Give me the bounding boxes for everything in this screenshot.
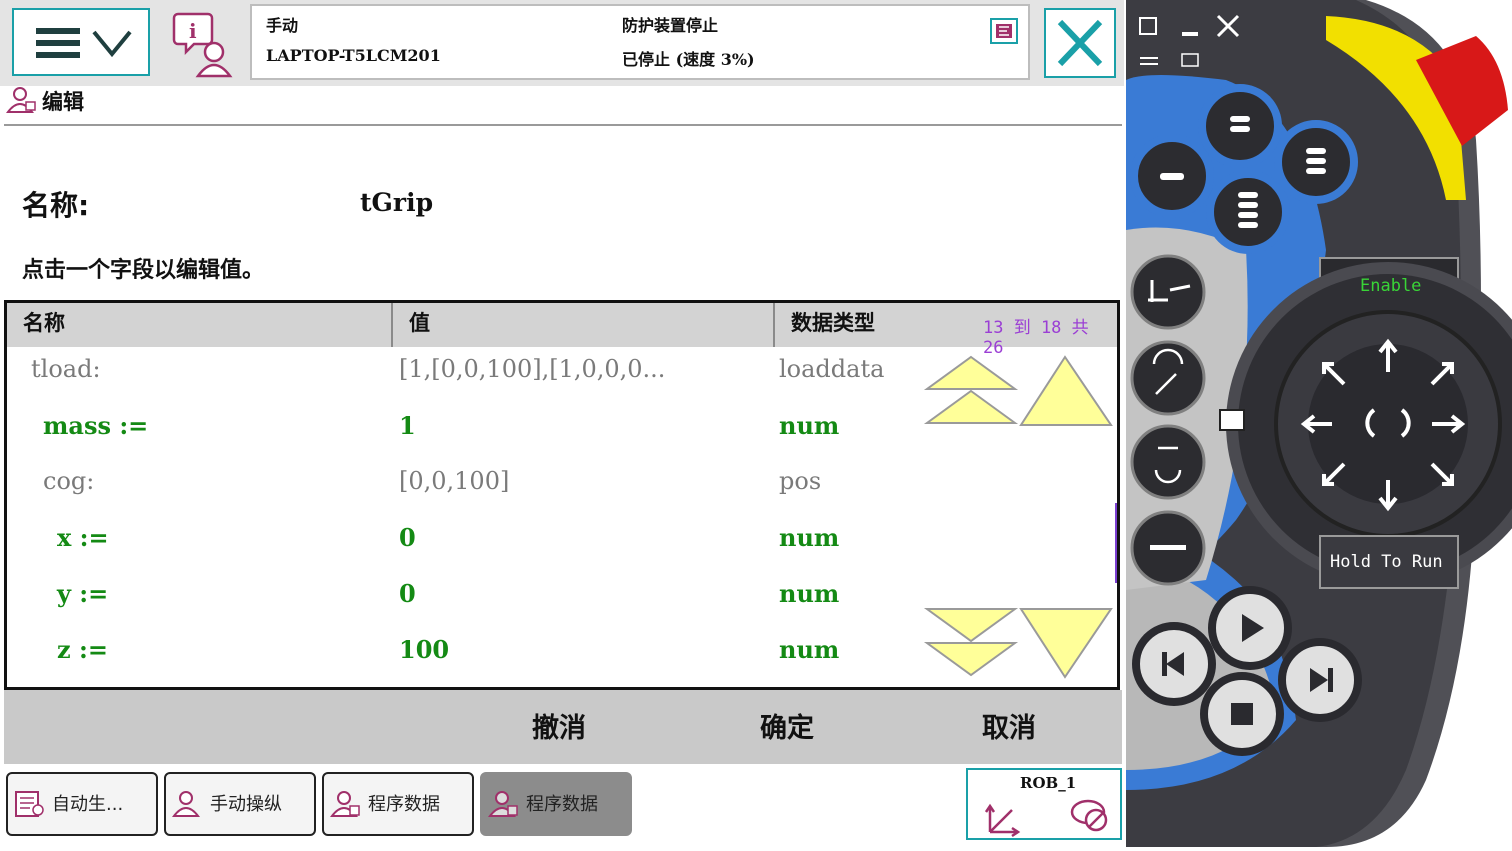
row-type: num bbox=[779, 579, 840, 608]
production-window-icon bbox=[15, 791, 44, 817]
ok-button[interactable]: 确定 bbox=[760, 706, 814, 745]
row-value: 0 bbox=[399, 523, 416, 552]
row-name: mass := bbox=[43, 411, 149, 440]
taskbar-item-production[interactable]: 自动生... bbox=[6, 772, 158, 836]
hold-to-run-button[interactable]: Hold To Run bbox=[1330, 552, 1443, 572]
undo-button[interactable]: 撤消 bbox=[532, 706, 586, 745]
table-row[interactable]: x := 0 num bbox=[7, 515, 1117, 571]
taskbar-item-program-data[interactable]: 程序数据 bbox=[322, 772, 474, 836]
program-data-user-icon bbox=[330, 791, 360, 817]
row-value: 100 bbox=[399, 635, 450, 664]
row-name: tload: bbox=[31, 355, 101, 383]
scroll-up-icon[interactable] bbox=[1019, 353, 1115, 429]
info-user-icon: i bbox=[172, 12, 233, 78]
pendant-body bbox=[1126, 0, 1512, 847]
instruction-text: 点击一个字段以编辑值。 bbox=[22, 258, 265, 283]
scroll-down-icon[interactable] bbox=[1019, 605, 1115, 681]
row-type: num bbox=[779, 411, 840, 440]
program-data-user-icon bbox=[488, 791, 518, 817]
quickset-panel[interactable]: ROB_1 bbox=[966, 768, 1122, 840]
name-value: tGrip bbox=[360, 188, 434, 217]
edit-user-icon bbox=[6, 87, 36, 113]
teach-pendant: Enable Hold To Run bbox=[1126, 0, 1512, 847]
taskbar-label: 程序数据 bbox=[368, 794, 440, 815]
taskbar-label: 程序数据 bbox=[526, 794, 598, 815]
enable-button[interactable]: Enable bbox=[1360, 276, 1421, 296]
speed-state: 已停止 (速度 3%) bbox=[622, 50, 755, 69]
column-header-value: 值 bbox=[393, 303, 775, 347]
cancel-button[interactable]: 取消 bbox=[982, 706, 1036, 745]
jogging-user-icon bbox=[172, 791, 201, 817]
svg-text:i: i bbox=[189, 19, 197, 43]
row-value: 1 bbox=[399, 411, 416, 440]
scrollbar-thumb[interactable] bbox=[1115, 503, 1117, 583]
action-bar: 撤消 确定 取消 bbox=[4, 690, 1122, 764]
page-up-double-icon[interactable] bbox=[923, 353, 1019, 429]
table-header: 名称 值 数据类型 13 到 18 共 26 bbox=[7, 303, 1117, 358]
row-name: x := bbox=[57, 523, 109, 552]
status-panel[interactable]: 手动 LAPTOP-T5LCM201 防护装置停止 已停止 (速度 3%) bbox=[250, 4, 1030, 80]
divider bbox=[4, 124, 1122, 126]
menu-hamburger-icon bbox=[36, 28, 132, 58]
data-table: 名称 值 数据类型 13 到 18 共 26 tload: [1,[0,0,10… bbox=[4, 300, 1120, 690]
row-type: num bbox=[779, 523, 840, 552]
robot-unit-label: ROB_1 bbox=[1020, 774, 1077, 792]
main-menu-button[interactable] bbox=[12, 8, 150, 76]
row-name: y := bbox=[57, 579, 109, 608]
table-row[interactable]: cog: [0,0,100] pos bbox=[7, 459, 1117, 515]
incremental-icon bbox=[1070, 799, 1108, 832]
operation-mode: 手动 bbox=[266, 16, 299, 35]
page-title: 编辑 bbox=[42, 90, 84, 114]
column-header-name: 名称 bbox=[7, 303, 393, 347]
row-value: 0 bbox=[399, 579, 416, 608]
program-status-icon bbox=[990, 18, 1018, 44]
row-type: loaddata bbox=[779, 355, 885, 383]
taskbar-label: 手动操纵 bbox=[210, 794, 282, 815]
name-label: 名称: bbox=[22, 189, 90, 222]
page-down-double-icon[interactable] bbox=[923, 605, 1019, 681]
taskbar-item-program-data-active[interactable]: 程序数据 bbox=[480, 772, 632, 836]
close-icon bbox=[1057, 19, 1103, 67]
row-type: num bbox=[779, 635, 840, 664]
row-value: [1,[0,0,100],[1,0,0,0... bbox=[399, 355, 666, 383]
taskbar-label: 自动生... bbox=[52, 794, 124, 815]
safety-state: 防护装置停止 bbox=[622, 16, 719, 35]
row-name: z := bbox=[57, 635, 108, 664]
row-type: pos bbox=[779, 467, 822, 495]
row-name: cog: bbox=[43, 467, 95, 495]
controller-name: LAPTOP-T5LCM201 bbox=[266, 46, 441, 65]
close-button[interactable] bbox=[1044, 8, 1116, 78]
taskbar-item-jogging[interactable]: 手动操纵 bbox=[164, 772, 316, 836]
event-log-button[interactable]: i bbox=[170, 8, 240, 78]
row-value: [0,0,100] bbox=[399, 467, 510, 495]
jog-coordinate-icon bbox=[984, 803, 1021, 838]
